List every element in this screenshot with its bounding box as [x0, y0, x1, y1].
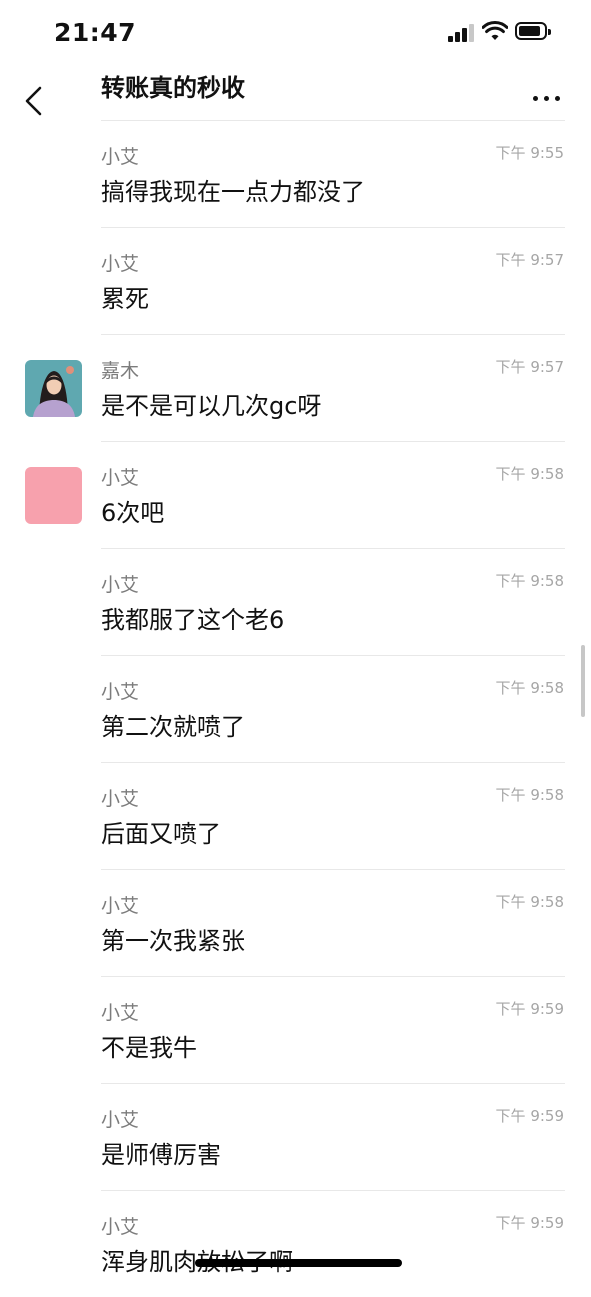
- message-time: 下午 9:58: [495, 786, 564, 804]
- sender-name: 小艾: [101, 1216, 140, 1238]
- message-text: 是不是可以几次gc呀: [101, 392, 322, 420]
- status-time: 21:47: [54, 18, 137, 47]
- message-text: 是师傅厉害: [101, 1141, 221, 1169]
- list-item: 小艾 下午 9:59 浑身肌肉放松了啊: [0, 1190, 591, 1297]
- sender-name: 小艾: [101, 788, 140, 810]
- sender-name: 小艾: [101, 1002, 140, 1024]
- message-list: 小艾 下午 9:55 搞得我现在一点力都没了 小艾 下午 9:57 累死 嘉木 …: [0, 120, 591, 1297]
- message-text: 我都服了这个老6: [101, 606, 285, 634]
- sender-name: 嘉木: [101, 360, 140, 382]
- message-time: 下午 9:57: [495, 358, 564, 376]
- list-item: 小艾 下午 9:58 第一次我紧张: [0, 869, 591, 976]
- more-options-icon[interactable]: [527, 86, 567, 110]
- list-item: 小艾 下午 9:57 累死: [0, 227, 591, 334]
- list-item: 嘉木 下午 9:57 是不是可以几次gc呀: [0, 334, 591, 441]
- illustrated-girl-avatar-icon: [25, 360, 82, 417]
- sender-name: 小艾: [101, 1109, 140, 1131]
- list-item: 小艾 下午 9:59 不是我牛: [0, 976, 591, 1083]
- divider: [101, 441, 565, 442]
- message-time: 下午 9:59: [495, 1107, 564, 1125]
- message-time: 下午 9:57: [495, 251, 564, 269]
- divider: [101, 1190, 565, 1191]
- message-time: 下午 9:59: [495, 1000, 564, 1018]
- message-text: 后面又喷了: [101, 820, 221, 848]
- message-text: 第一次我紧张: [101, 927, 245, 955]
- back-chevron-icon[interactable]: [20, 82, 48, 120]
- message-text: 不是我牛: [101, 1034, 197, 1062]
- list-item: 小艾 下午 9:58 6次吧: [0, 441, 591, 548]
- cellular-signal-icon: [448, 24, 474, 42]
- message-time: 下午 9:58: [495, 679, 564, 697]
- message-time: 下午 9:58: [495, 572, 564, 590]
- message-time: 下午 9:59: [495, 1214, 564, 1232]
- divider: [101, 1083, 565, 1084]
- message-text: 搞得我现在一点力都没了: [101, 178, 365, 206]
- divider: [101, 976, 565, 977]
- message-time: 下午 9:58: [495, 893, 564, 911]
- home-indicator[interactable]: [195, 1259, 402, 1267]
- sender-name: 小艾: [101, 146, 140, 168]
- message-time: 下午 9:55: [495, 144, 564, 162]
- divider: [101, 869, 565, 870]
- list-item: 小艾 下午 9:55 搞得我现在一点力都没了: [0, 120, 591, 227]
- sender-name: 小艾: [101, 895, 140, 917]
- divider: [101, 120, 565, 121]
- divider: [101, 334, 565, 335]
- sender-name: 小艾: [101, 467, 140, 489]
- divider: [101, 762, 565, 763]
- list-item: 小艾 下午 9:58 第二次就喷了: [0, 655, 591, 762]
- scroll-indicator[interactable]: [581, 645, 585, 717]
- list-item: 小艾 下午 9:59 是师傅厉害: [0, 1083, 591, 1190]
- message-time: 下午 9:58: [495, 465, 564, 483]
- list-item: 小艾 下午 9:58 我都服了这个老6: [0, 548, 591, 655]
- sender-name: 小艾: [101, 574, 140, 596]
- sender-name: 小艾: [101, 681, 140, 703]
- battery-icon: [515, 22, 551, 40]
- status-bar: 21:47: [0, 0, 591, 62]
- message-text: 累死: [101, 285, 149, 313]
- avatar[interactable]: [25, 360, 82, 417]
- divider: [101, 227, 565, 228]
- message-text: 6次吧: [101, 499, 165, 527]
- list-item: 小艾 下午 9:58 后面又喷了: [0, 762, 591, 869]
- divider: [101, 655, 565, 656]
- sender-name: 小艾: [101, 253, 140, 275]
- divider: [101, 548, 565, 549]
- page-title: 转账真的秒收: [101, 74, 245, 102]
- message-text: 第二次就喷了: [101, 713, 245, 741]
- avatar[interactable]: [25, 467, 82, 524]
- wifi-icon: [482, 20, 508, 40]
- nav-bar: 转账真的秒收: [0, 62, 591, 120]
